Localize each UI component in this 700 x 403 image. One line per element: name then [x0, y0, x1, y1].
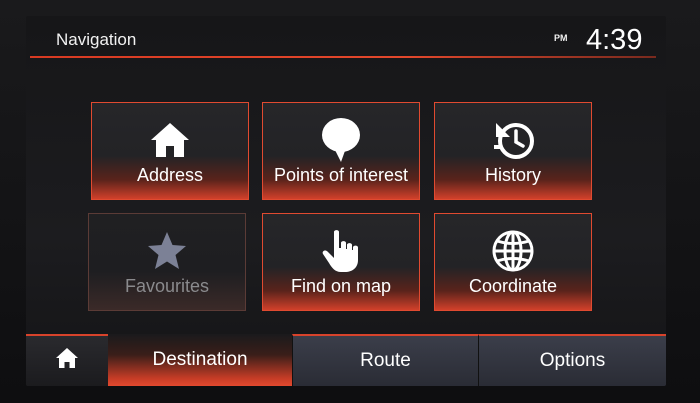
tab-options-label: Options	[539, 350, 606, 371]
find-on-map-label: Find on map	[290, 276, 392, 296]
tab-options[interactable]: Options	[478, 334, 666, 386]
star-icon	[144, 228, 190, 274]
nav-screen: Navigation PM 4:39 Address Points of int…	[26, 16, 666, 386]
favourites-label: Favourites	[124, 276, 210, 296]
points-of-interest-button[interactable]: Points of interest	[262, 102, 420, 200]
address-button[interactable]: Address	[91, 102, 249, 200]
pointing-hand-icon	[318, 228, 364, 274]
tab-home[interactable]	[26, 334, 108, 386]
tab-destination-label: Destination	[152, 349, 248, 370]
favourites-button[interactable]: Favourites	[88, 213, 246, 311]
points-of-interest-label: Points of interest	[273, 165, 409, 185]
header-divider	[30, 56, 656, 58]
map-pin-icon	[318, 117, 364, 163]
tab-route[interactable]: Route	[292, 334, 478, 386]
tab-destination[interactable]: Destination	[108, 334, 292, 386]
history-button[interactable]: History	[434, 102, 592, 200]
coordinate-label: Coordinate	[468, 276, 558, 296]
page-title: Navigation	[56, 30, 137, 49]
clock-ampm: PM	[554, 33, 568, 43]
find-on-map-button[interactable]: Find on map	[262, 213, 420, 311]
address-label: Address	[136, 165, 204, 185]
home-icon	[147, 117, 193, 163]
tab-route-label: Route	[360, 350, 411, 371]
clock-time: 4:39	[586, 24, 643, 56]
globe-icon	[490, 228, 536, 274]
home-icon	[55, 347, 79, 375]
history-clock-icon	[490, 117, 536, 163]
coordinate-button[interactable]: Coordinate	[434, 213, 592, 311]
bottom-tab-bar: Destination Route Options	[26, 334, 666, 386]
history-label: History	[484, 165, 541, 185]
